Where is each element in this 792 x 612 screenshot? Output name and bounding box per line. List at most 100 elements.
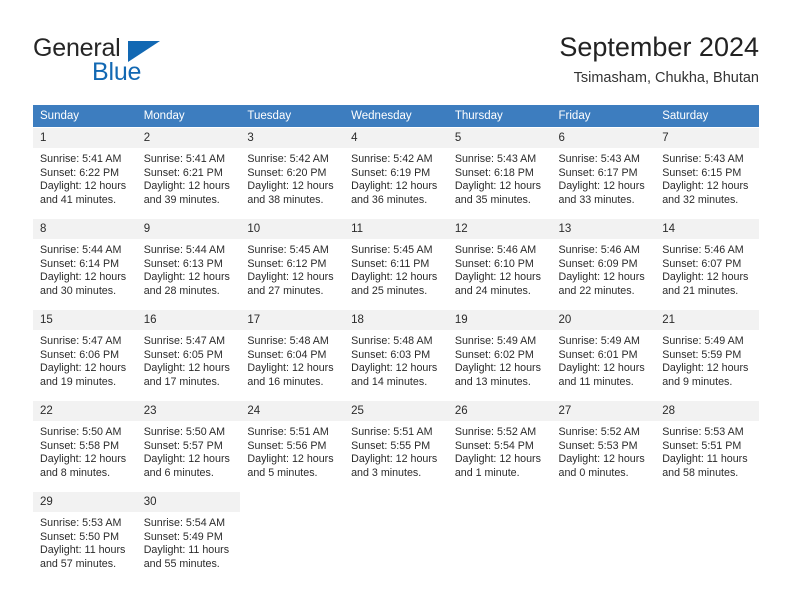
sunset-time: Sunset: 6:10 PM bbox=[454, 257, 534, 270]
day-number: 11 bbox=[344, 219, 448, 239]
daylight-duration-line2: and 5 minutes. bbox=[247, 466, 318, 479]
sunset-time: Sunset: 6:19 PM bbox=[351, 166, 431, 179]
daylight-duration-line1: Daylight: 12 hours bbox=[247, 180, 334, 193]
calendar-day-cell[interactable]: 10 Sunrise: 5:45 AM Sunset: 6:12 PM Dayligh… bbox=[240, 218, 345, 309]
calendar-day-cell[interactable]: 25 Sunrise: 5:51 AM Sunset: 5:55 PM Dayligh… bbox=[344, 400, 448, 491]
sunset-time: Sunset: 5:57 PM bbox=[143, 439, 223, 452]
daylight-duration-line2: and 41 minutes. bbox=[40, 193, 117, 206]
day-number: 21 bbox=[655, 310, 759, 330]
day-number bbox=[655, 492, 759, 512]
calendar-day-cell[interactable]: 30 Sunrise: 5:54 AM Sunset: 5:49 PM Dayligh… bbox=[136, 491, 241, 582]
day-number: 10 bbox=[240, 219, 345, 239]
calendar-day-cell[interactable]: 17 Sunrise: 5:48 AM Sunset: 6:04 PM Dayligh… bbox=[240, 309, 345, 400]
calendar-day-cell[interactable]: 28 Sunrise: 5:53 AM Sunset: 5:51 PM Dayligh… bbox=[655, 400, 759, 491]
calendar-day-cell[interactable]: 9 Sunrise: 5:44 AM Sunset: 6:13 PM Daylight… bbox=[136, 218, 241, 309]
calendar-day-cell[interactable]: 3 Sunrise: 5:42 AM Sunset: 6:20 PM Daylight… bbox=[240, 127, 345, 218]
calendar-day-cell[interactable]: 4 Sunrise: 5:42 AM Sunset: 6:19 PM Daylight… bbox=[344, 127, 448, 218]
calendar-day-cell[interactable]: 27 Sunrise: 5:52 AM Sunset: 5:53 PM Dayligh… bbox=[551, 400, 656, 491]
calendar-day-cell[interactable]: 15 Sunrise: 5:47 AM Sunset: 6:06 PM Dayligh… bbox=[33, 309, 137, 400]
calendar-day-cell[interactable]: 11 Sunrise: 5:45 AM Sunset: 6:11 PM Dayligh… bbox=[344, 218, 448, 309]
calendar-day-cell[interactable]: 24 Sunrise: 5:51 AM Sunset: 5:56 PM Dayligh… bbox=[240, 400, 345, 491]
sunrise-time: Sunrise: 5:52 AM bbox=[454, 426, 537, 438]
day-details: Sunrise: 5:41 AM Sunset: 6:22 PM Daylight:… bbox=[33, 148, 137, 207]
sunrise-sunset-calendar-table: Sunday Monday Tuesday Wednesday Thursday… bbox=[33, 105, 759, 582]
day-number bbox=[240, 492, 345, 512]
day-details: Sunrise: 5:46 AM Sunset: 6:10 PM Daylight:… bbox=[448, 239, 552, 298]
sunset-time: Sunset: 6:06 PM bbox=[40, 348, 120, 361]
sunset-time: Sunset: 6:21 PM bbox=[143, 166, 223, 179]
daylight-duration-line2: and 25 minutes. bbox=[351, 284, 428, 297]
daylight-duration-line1: Daylight: 12 hours bbox=[351, 362, 438, 375]
daylight-duration-line1: Daylight: 12 hours bbox=[662, 271, 749, 284]
calendar-day-cell[interactable]: 5 Sunrise: 5:43 AM Sunset: 6:18 PM Daylight… bbox=[447, 127, 552, 218]
sunset-time: Sunset: 6:01 PM bbox=[558, 348, 638, 361]
daylight-duration-line2: and 36 minutes. bbox=[351, 193, 428, 206]
weekday-header-tuesday: Tuesday bbox=[240, 105, 345, 128]
day-number: 25 bbox=[344, 401, 448, 421]
weekday-header-monday: Monday bbox=[136, 105, 241, 128]
calendar-day-cell[interactable]: 19 Sunrise: 5:49 AM Sunset: 6:02 PM Dayligh… bbox=[447, 309, 552, 400]
calendar-page: General Blue September 2024 Tsimasham, C… bbox=[0, 0, 792, 612]
calendar-day-cell[interactable]: 8 Sunrise: 5:44 AM Sunset: 6:14 PM Daylight… bbox=[33, 218, 137, 309]
calendar-day-cell[interactable]: 6 Sunrise: 5:43 AM Sunset: 6:17 PM Daylight… bbox=[551, 127, 656, 218]
general-blue-logo[interactable]: General Blue bbox=[33, 34, 243, 92]
day-number: 1 bbox=[33, 128, 137, 148]
day-details: Sunrise: 5:43 AM Sunset: 6:15 PM Daylight:… bbox=[655, 148, 759, 207]
calendar-day-cell[interactable]: 1 Sunrise: 5:41 AM Sunset: 6:22 PM Daylight… bbox=[33, 127, 137, 218]
calendar-week-row: 1 Sunrise: 5:41 AM Sunset: 6:22 PM Daylight… bbox=[33, 127, 759, 218]
sunrise-time: Sunrise: 5:52 AM bbox=[558, 426, 640, 438]
sunrise-time: Sunrise: 5:43 AM bbox=[454, 153, 537, 165]
calendar-day-cell[interactable]: 2 Sunrise: 5:41 AM Sunset: 6:21 PM Daylight… bbox=[136, 127, 241, 218]
sunrise-time: Sunrise: 5:47 AM bbox=[143, 335, 226, 347]
calendar-day-cell[interactable]: 22 Sunrise: 5:50 AM Sunset: 5:58 PM Dayligh… bbox=[33, 400, 137, 491]
sunset-time: Sunset: 5:49 PM bbox=[143, 530, 223, 543]
day-number: 5 bbox=[447, 128, 552, 148]
sunset-time: Sunset: 6:05 PM bbox=[143, 348, 223, 361]
day-details: Sunrise: 5:49 AM Sunset: 6:02 PM Daylight:… bbox=[448, 330, 552, 389]
day-details: Sunrise: 5:45 AM Sunset: 6:11 PM Daylight:… bbox=[344, 239, 448, 298]
calendar-body: 1 Sunrise: 5:41 AM Sunset: 6:22 PM Daylight… bbox=[33, 127, 759, 582]
calendar-day-cell[interactable]: 14 Sunrise: 5:46 AM Sunset: 6:07 PM Dayligh… bbox=[655, 218, 759, 309]
daylight-duration-line1: Daylight: 12 hours bbox=[143, 180, 230, 193]
day-details: Sunrise: 5:47 AM Sunset: 6:06 PM Daylight:… bbox=[33, 330, 137, 389]
sunset-time: Sunset: 6:03 PM bbox=[351, 348, 431, 361]
daylight-duration-line1: Daylight: 12 hours bbox=[247, 453, 334, 466]
daylight-duration-line1: Daylight: 12 hours bbox=[143, 362, 230, 375]
day-number: 7 bbox=[655, 128, 759, 148]
calendar-day-cell[interactable]: 29 Sunrise: 5:53 AM Sunset: 5:50 PM Dayligh… bbox=[33, 491, 137, 582]
calendar-day-cell[interactable]: 26 Sunrise: 5:52 AM Sunset: 5:54 PM Dayligh… bbox=[447, 400, 552, 491]
calendar-day-cell[interactable]: 20 Sunrise: 5:49 AM Sunset: 6:01 PM Dayligh… bbox=[551, 309, 656, 400]
calendar-day-cell[interactable]: 23 Sunrise: 5:50 AM Sunset: 5:57 PM Dayligh… bbox=[136, 400, 241, 491]
day-details: Sunrise: 5:46 AM Sunset: 6:07 PM Daylight:… bbox=[655, 239, 759, 298]
day-number: 3 bbox=[240, 128, 345, 148]
sunset-time: Sunset: 6:22 PM bbox=[40, 166, 120, 179]
page-header: General Blue September 2024 Tsimasham, C… bbox=[33, 30, 759, 96]
sunrise-time: Sunrise: 5:46 AM bbox=[662, 244, 744, 256]
calendar-day-cell[interactable]: 7 Sunrise: 5:43 AM Sunset: 6:15 PM Daylight… bbox=[655, 127, 759, 218]
day-number: 24 bbox=[240, 401, 345, 421]
calendar-day-cell[interactable]: 16 Sunrise: 5:47 AM Sunset: 6:05 PM Dayligh… bbox=[136, 309, 241, 400]
sunset-time: Sunset: 6:18 PM bbox=[454, 166, 534, 179]
day-number: 2 bbox=[136, 128, 241, 148]
sunrise-time: Sunrise: 5:45 AM bbox=[351, 244, 433, 256]
calendar-day-cell[interactable]: 18 Sunrise: 5:48 AM Sunset: 6:03 PM Dayligh… bbox=[344, 309, 448, 400]
day-details: Sunrise: 5:50 AM Sunset: 5:58 PM Daylight:… bbox=[33, 421, 137, 480]
calendar-day-cell[interactable]: 13 Sunrise: 5:46 AM Sunset: 6:09 PM Dayligh… bbox=[551, 218, 656, 309]
calendar-day-cell-empty bbox=[447, 491, 552, 582]
day-details: Sunrise: 5:47 AM Sunset: 6:05 PM Daylight:… bbox=[137, 330, 241, 389]
sunset-time: Sunset: 6:07 PM bbox=[662, 257, 742, 270]
day-number bbox=[551, 492, 656, 512]
daylight-duration-line1: Daylight: 11 hours bbox=[40, 544, 126, 557]
day-number bbox=[344, 492, 448, 512]
calendar-day-cell-empty bbox=[240, 491, 345, 582]
sunrise-time: Sunrise: 5:46 AM bbox=[558, 244, 640, 256]
calendar-day-cell[interactable]: 12 Sunrise: 5:46 AM Sunset: 6:10 PM Dayligh… bbox=[447, 218, 552, 309]
sunset-time: Sunset: 6:11 PM bbox=[351, 257, 430, 270]
day-number: 17 bbox=[240, 310, 345, 330]
day-details: Sunrise: 5:41 AM Sunset: 6:21 PM Daylight:… bbox=[137, 148, 241, 207]
daylight-duration-line1: Daylight: 12 hours bbox=[143, 271, 230, 284]
daylight-duration-line2: and 14 minutes. bbox=[351, 375, 428, 388]
day-details: Sunrise: 5:46 AM Sunset: 6:09 PM Daylight:… bbox=[552, 239, 656, 298]
calendar-day-cell[interactable]: 21 Sunrise: 5:49 AM Sunset: 5:59 PM Dayligh… bbox=[655, 309, 759, 400]
day-number: 15 bbox=[33, 310, 137, 330]
